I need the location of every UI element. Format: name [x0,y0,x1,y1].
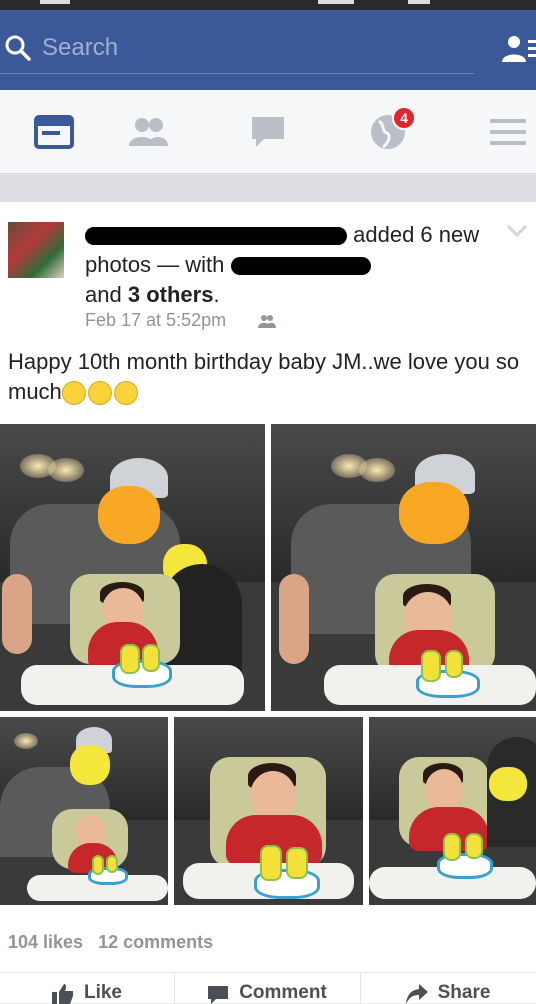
photo-3[interactable] [0,717,168,905]
share-icon [405,984,428,1004]
tab-friends[interactable] [94,90,201,174]
thumbs-up-icon [51,984,73,1004]
photo-1[interactable] [0,424,265,711]
top-bar [0,10,536,90]
reactions-summary: 104 likes 12 comments [8,932,223,953]
tagged-name-redacted[interactable] [230,257,371,276]
friends-icon [128,118,168,146]
search-bar[interactable] [0,22,474,74]
face-mask-sticker [98,486,160,544]
comment-button[interactable]: Comment [174,973,360,1004]
post-actions: Like Comment Share [0,972,536,1004]
audience-friends-icon [258,315,276,328]
tab-messages[interactable] [214,90,321,174]
status-icon [40,0,70,4]
post-caption: Happy 10th month birthday baby JM..we lo… [8,347,528,407]
post-card: added 6 new photos — with and 3 others. … [0,202,536,1004]
status-bar [0,0,536,10]
others-suffix: . [213,282,220,307]
nav-bar: 4 [0,90,536,174]
face-mask-sticker [70,745,110,785]
post-timestamp[interactable]: Feb 17 at 5:52pm [85,310,226,331]
face-mask-sticker [399,482,469,544]
grin-emoji-icon [87,381,112,406]
tab-more[interactable] [454,90,536,174]
photo-5[interactable] [369,717,536,905]
kiss-emoji-icon [113,381,138,406]
search-input[interactable] [42,30,462,66]
photo-2[interactable] [271,424,536,711]
others-prefix: and [85,282,122,307]
battery-icon [408,0,430,4]
search-icon [5,35,31,61]
menu-icon [489,119,526,145]
tab-news-feed[interactable] [0,90,107,174]
feed-divider [0,175,536,202]
friend-requests-icon[interactable] [500,32,536,68]
comment-label: Comment [239,982,327,1003]
like-label: Like [83,982,123,1003]
avatar[interactable] [8,222,64,278]
face-mask-sticker [489,767,527,801]
like-button[interactable]: Like [0,973,174,1004]
smile-emoji-icon [61,381,86,406]
photo-4[interactable] [174,717,363,905]
messages-icon [251,117,284,147]
tab-notifications[interactable]: 4 [334,90,441,174]
comment-icon [208,986,229,1004]
comments-count[interactable]: 12 comments [98,932,213,952]
share-label: Share [437,982,491,1003]
notifications-badge: 4 [392,106,416,130]
author-name-redacted[interactable] [85,227,347,246]
chevron-down-icon[interactable] [506,224,528,238]
news-feed-icon [33,115,74,149]
share-button[interactable]: Share [360,973,536,1004]
likes-count[interactable]: 104 likes [8,932,83,952]
others-link[interactable]: 3 others [128,282,214,307]
signal-icon [318,0,354,4]
post-header: added 6 new photos — with and 3 others. [85,220,485,310]
